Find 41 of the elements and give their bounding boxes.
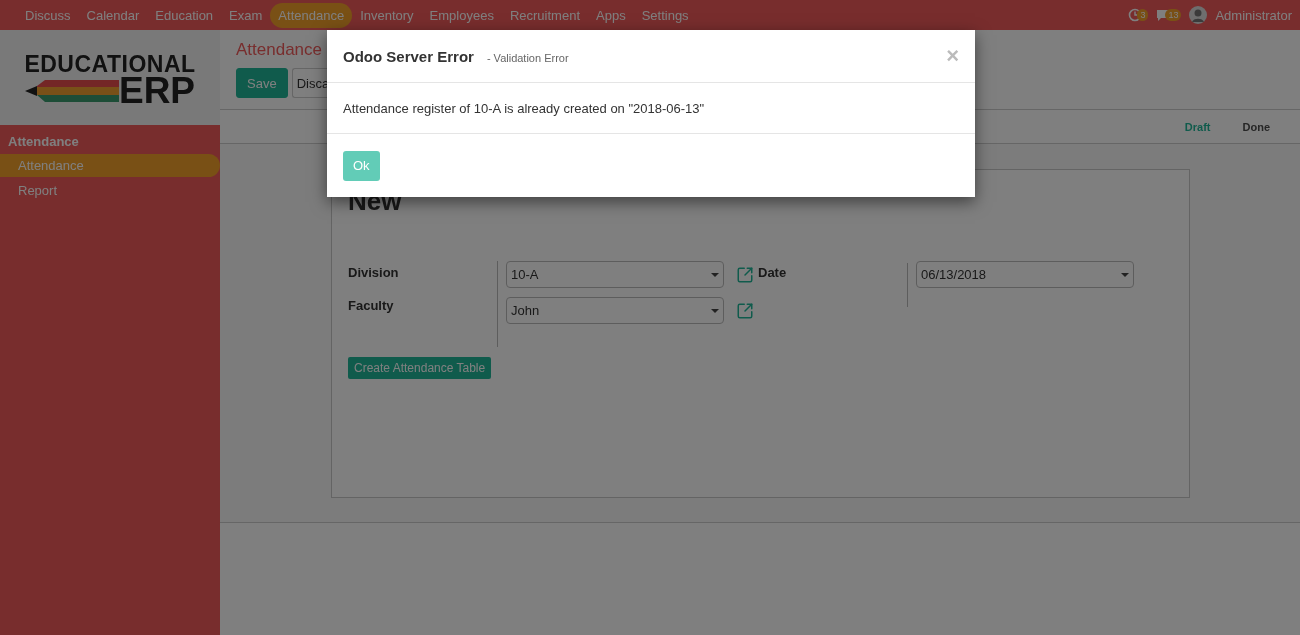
caret-icon bbox=[711, 272, 719, 277]
dialog-title: Odoo Server Error bbox=[343, 47, 474, 65]
menu-item[interactable]: Exam bbox=[221, 2, 271, 28]
logo-text: ERP bbox=[118, 74, 196, 107]
caret-icon bbox=[711, 308, 719, 313]
menu-item[interactable]: Settings bbox=[633, 2, 697, 28]
message-count: 13 bbox=[1165, 9, 1182, 21]
field-label: Faculty bbox=[348, 298, 395, 313]
external-link-icon[interactable] bbox=[736, 301, 754, 320]
avatar-icon[interactable] bbox=[1189, 6, 1208, 24]
external-link-icon[interactable] bbox=[736, 265, 754, 284]
dialog-subtitle: - Validation Error bbox=[486, 52, 569, 64]
create-table-button[interactable]: Create Attendance Table bbox=[348, 357, 492, 379]
status-step[interactable]: Draft bbox=[1168, 120, 1227, 133]
menu-item[interactable]: Inventory bbox=[352, 2, 422, 28]
date-field[interactable]: 06/13/2018 bbox=[916, 261, 1134, 288]
activity-count: 3 bbox=[1137, 9, 1149, 21]
close-button[interactable]: × bbox=[946, 45, 959, 67]
logo-text: EDUCATIONAL bbox=[24, 52, 196, 75]
field-label: Date bbox=[758, 265, 787, 280]
menu-item[interactable]: Discuss bbox=[17, 2, 79, 28]
menu-item[interactable]: Education bbox=[147, 2, 222, 28]
field-label: Division bbox=[348, 265, 400, 280]
breadcrumb[interactable]: Attendance bbox=[236, 40, 322, 60]
save-button[interactable]: Save bbox=[236, 68, 288, 98]
sidebar-item[interactable]: Attendance bbox=[0, 154, 220, 177]
error-message: Attendance register of 10-A is already created on "2018-06-13" bbox=[343, 100, 705, 116]
sidebar-heading: Attendance bbox=[7, 133, 80, 151]
status-step[interactable]: Done bbox=[1226, 120, 1286, 133]
menu-item[interactable]: Recruitment bbox=[501, 2, 588, 28]
menu-item[interactable]: Calendar bbox=[78, 2, 148, 28]
ok-button[interactable]: Ok bbox=[343, 150, 380, 181]
user-name[interactable]: Administrator bbox=[1215, 7, 1292, 23]
sidebar-item[interactable]: Report bbox=[0, 179, 220, 202]
pencil-icon bbox=[24, 77, 119, 104]
select-field[interactable]: 10-A bbox=[506, 261, 724, 288]
caret-icon bbox=[1121, 272, 1129, 277]
menu-item[interactable]: Apps bbox=[588, 2, 634, 28]
menu-item[interactable]: Attendance bbox=[270, 2, 353, 28]
menu-item[interactable]: Employees bbox=[421, 2, 502, 28]
select-field[interactable]: John bbox=[506, 297, 724, 324]
